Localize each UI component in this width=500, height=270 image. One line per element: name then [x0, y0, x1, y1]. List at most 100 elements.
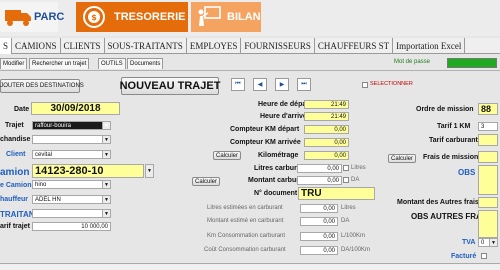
km-conso-field[interactable]: 0,00 — [300, 232, 338, 241]
trajet-combo[interactable]: raffour-bouira ▼ — [32, 121, 111, 130]
chevron-down-icon[interactable]: ▼ — [489, 239, 497, 246]
kilometrage-field[interactable]: 0,00 — [304, 151, 349, 160]
litres-est-label: Litres estimées en carburant — [207, 205, 283, 211]
montant-autres-field[interactable] — [478, 197, 498, 208]
montant-est-unit: DA — [341, 218, 350, 224]
montant-checkbox[interactable] — [343, 177, 349, 183]
obs-label: OBS — [458, 168, 476, 177]
km-conso-label: Km Consommation carburant — [207, 233, 286, 239]
sub-toolbar: Modifier Rechercher un trajet OUTILS Doc… — [0, 58, 500, 69]
status-bar — [0, 263, 500, 270]
chevron-down-icon[interactable]: ▼ — [102, 136, 110, 143]
facture-label: Facturé — [451, 253, 477, 260]
trip-form: AJOUTER DES DESTINATIONS NOUVEAU TRAJET … — [0, 70, 500, 263]
chevron-down-icon[interactable]: ▼ — [102, 151, 110, 158]
compteur-depart-field[interactable]: 0,00 — [304, 125, 349, 134]
obs-field[interactable] — [478, 165, 498, 195]
camion-field[interactable]: 14123-280-10 — [32, 164, 144, 178]
montant-est-label: Montant estimé en carburant — [207, 218, 284, 224]
compteur-arrivee-field[interactable]: 0,00 — [304, 138, 349, 147]
calculer-km-button[interactable]: Calculer — [213, 151, 241, 160]
selectionner-label: SELECTIONNER — [370, 81, 413, 87]
password-label: Mot de passe — [394, 59, 431, 65]
tab-camions[interactable]: CAMIONS — [12, 38, 61, 54]
marchandise-label: chandise — [0, 136, 31, 143]
client-label: Client — [6, 151, 26, 158]
chevron-down-icon[interactable]: ▼ — [102, 196, 110, 203]
tarif-trajet-field[interactable]: 10 000,00 — [32, 222, 111, 231]
obs-autres-field[interactable] — [478, 210, 498, 238]
chevron-down-icon[interactable]: ▼ — [102, 210, 110, 217]
chauffeur-combo[interactable]: ADEL HN ▼ — [32, 195, 111, 204]
previous-record-icon[interactable]: ◀ — [253, 78, 267, 91]
tarif-carburant-label: Tarif carburant — [429, 137, 478, 144]
tarif-trajet-label: arif trajet — [0, 223, 30, 230]
frais-mission-field[interactable] — [478, 151, 498, 163]
kilometrage-label: Kilométrage — [258, 152, 299, 159]
montant-unit: DA — [351, 177, 360, 183]
selectionner-checkbox[interactable] — [362, 82, 368, 88]
tab-trajets[interactable]: S — [0, 38, 13, 54]
chauffeur-label: hauffeur — [0, 196, 28, 203]
tarif-1km-field[interactable]: 3 — [478, 122, 498, 131]
trajet-value: raffour-bouira — [35, 123, 71, 129]
cout-conso-field[interactable]: 0,00 — [300, 246, 338, 255]
tab-fournisseurs[interactable]: FOURNISSEURS — [241, 38, 315, 54]
module-bilan-label: BILAN — [227, 11, 261, 23]
montant-est-field[interactable]: 0,00 — [300, 217, 338, 226]
new-trip-button[interactable]: NOUVEAU TRAJET — [120, 77, 220, 95]
litres-checkbox[interactable] — [343, 165, 349, 171]
camion-dropdown-icon[interactable]: ▼ — [145, 164, 154, 178]
date-label: Date — [14, 106, 30, 113]
module-parc[interactable]: PARC — [0, 2, 64, 32]
litres-field[interactable]: 0,00 — [297, 164, 342, 173]
litres-est-field[interactable]: 0,00 — [300, 204, 338, 213]
tab-importation-excel[interactable]: Importation Excel — [393, 38, 466, 54]
tva-combo[interactable]: 0 ▼ — [478, 238, 498, 247]
subtab-modifier[interactable]: Modifier — [0, 58, 28, 69]
ordre-mission-field[interactable]: 88 — [478, 103, 498, 115]
heure-depart-field[interactable]: 21:49 — [304, 100, 349, 109]
first-record-icon[interactable]: ⏮ — [231, 78, 245, 91]
truck-icon — [3, 2, 33, 32]
subtab-outils[interactable]: OUTILS — [98, 58, 126, 69]
type-camion-combo[interactable]: hino ▼ — [32, 180, 111, 189]
cout-conso-unit: DA/100Km — [341, 247, 371, 253]
next-record-icon[interactable]: ▶ — [275, 78, 289, 91]
client-combo[interactable]: cevital ▼ — [32, 150, 111, 159]
litres-unit: Litres — [351, 165, 366, 171]
calculer-montant-button[interactable]: Calculer — [192, 177, 220, 186]
montant-field[interactable]: 0,00 — [297, 176, 342, 185]
date-field[interactable]: 30/09/2018 — [31, 102, 120, 115]
facture-checkbox[interactable] — [481, 253, 487, 259]
ndoc-field[interactable]: TRU — [298, 187, 375, 200]
subtab-rechercher[interactable]: Rechercher un trajet — [29, 58, 90, 69]
tab-employes[interactable]: EMPLOYES — [187, 38, 242, 54]
tarif-1km-label: Tarif 1 KM — [437, 123, 471, 130]
tab-chauffeurs-st[interactable]: CHAUFFEURS ST — [315, 38, 394, 54]
last-record-icon[interactable]: ⏭ — [297, 78, 311, 91]
type-camion-value: hino — [35, 182, 47, 188]
tab-clients[interactable]: CLIENTS — [61, 38, 105, 54]
frais-mission-label: Frais de mission — [423, 154, 479, 161]
tab-sous-traitants[interactable]: SOUS-TRAITANTS — [105, 38, 187, 54]
heure-arrivee-field[interactable]: 21:49 — [304, 112, 349, 121]
calculer-frais-button[interactable]: Calculer — [388, 154, 416, 163]
presenter-board-icon — [194, 2, 224, 32]
module-parc-label: PARC — [34, 11, 65, 23]
module-tresorerie[interactable]: $ TRESORERIE — [76, 2, 188, 32]
add-destinations-button[interactable]: AJOUTER DES DESTINATIONS — [0, 79, 84, 93]
tva-label: TVA — [462, 239, 476, 246]
module-bilan[interactable]: BILAN — [191, 2, 261, 32]
chauffeur-value: ADEL HN — [35, 197, 61, 203]
chevron-down-icon[interactable]: ▼ — [102, 181, 110, 188]
traitant-combo[interactable]: ▼ — [32, 209, 111, 218]
chevron-down-icon[interactable]: ▼ — [102, 122, 110, 129]
password-field[interactable] — [447, 58, 497, 68]
cout-conso-label: Coût Consommation carburant — [204, 247, 286, 253]
main-tabs: S CAMIONS CLIENTS SOUS-TRAITANTS EMPLOYE… — [0, 38, 500, 54]
marchandise-combo[interactable]: ▼ — [32, 135, 111, 144]
compteur-arrivee-label: Compteur KM arrivée — [230, 139, 301, 146]
subtab-documents[interactable]: Documents — [127, 58, 164, 69]
tarif-carburant-field[interactable] — [478, 134, 498, 146]
